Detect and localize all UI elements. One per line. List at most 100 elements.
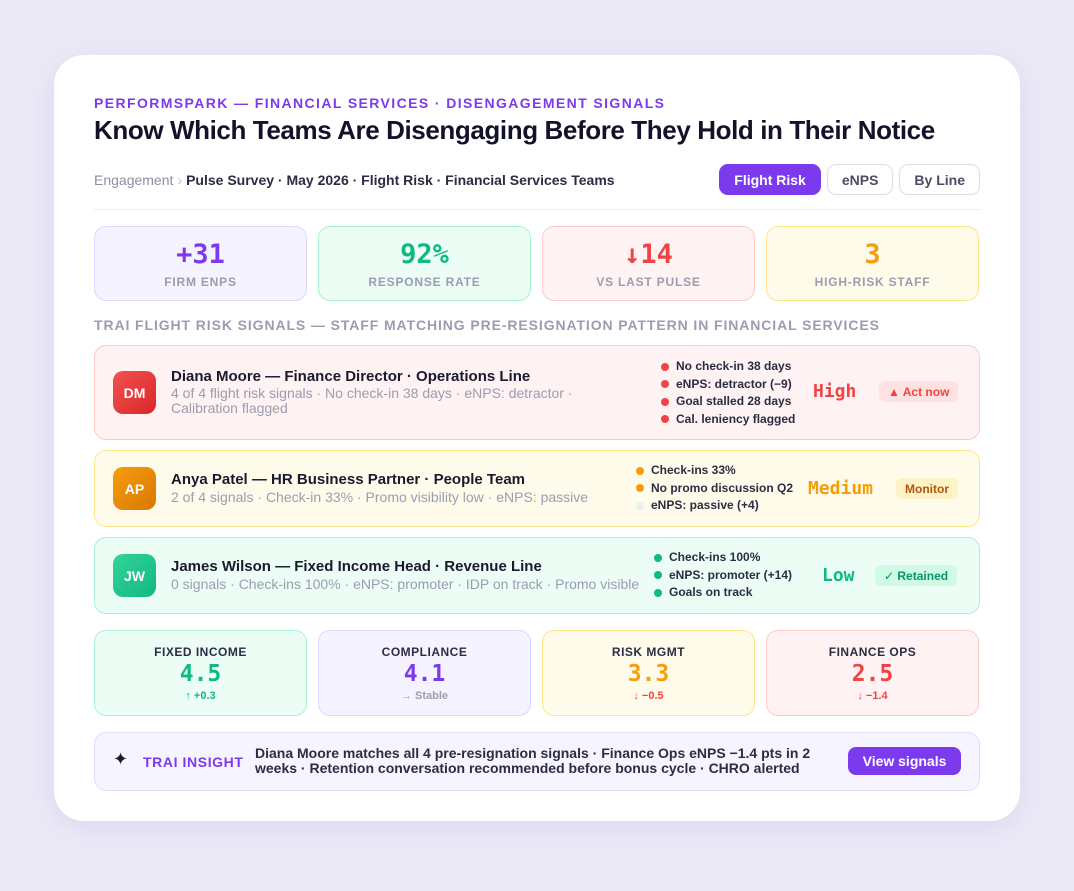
status-dot-icon bbox=[654, 588, 662, 597]
line-name: COMPLIANCE bbox=[381, 645, 468, 659]
eyebrow-label: PERFORMSPARK — FINANCIAL SERVICES · DISE… bbox=[94, 95, 666, 111]
person-name: Anya Patel — HR Business Partner · Peopl… bbox=[171, 471, 526, 488]
stat-label: RESPONSE RATE bbox=[368, 274, 481, 289]
tab-enps[interactable]: eNPS bbox=[826, 164, 894, 195]
status-dot-icon bbox=[661, 397, 669, 406]
signal-text: Goal stalled 28 days bbox=[676, 394, 792, 408]
breadcrumb: Engagement › Pulse Survey · May 2026 · Fli… bbox=[94, 172, 615, 188]
signal-item: Check-ins 33% bbox=[636, 462, 793, 480]
view-signals-button[interactable]: View signals bbox=[848, 747, 961, 775]
sparkle-icon: ✦ bbox=[113, 749, 129, 769]
signal-text: Cal. leniency flagged bbox=[676, 411, 796, 426]
line-delta: → Stable bbox=[400, 690, 449, 702]
avatar: JW bbox=[113, 554, 156, 597]
action-badge[interactable]: ✓ Retained bbox=[875, 565, 958, 586]
signal-list: Check-ins 33% No promo discussion Q2 eNP… bbox=[636, 462, 793, 515]
signal-item: eNPS: passive (+4) bbox=[636, 497, 793, 515]
page-title: Know Which Teams Are Disengaging Before … bbox=[94, 115, 935, 145]
line-delta: ↓ −1.4 bbox=[857, 690, 888, 702]
stats-row: +31 FIRM ENPS 92% RESPONSE RATE ↓14 VS L… bbox=[94, 226, 980, 301]
status-dot-icon bbox=[654, 571, 662, 580]
breadcrumb-separator: › bbox=[177, 172, 183, 188]
dashboard-card: PERFORMSPARK — FINANCIAL SERVICES · DISE… bbox=[54, 55, 1020, 821]
line-name: FIXED INCOME bbox=[154, 645, 247, 659]
line-card-risk-mgmt[interactable]: RISK MGMT 3.3 ↓ −0.5 bbox=[542, 630, 755, 716]
signal-text: eNPS: passive (+4) bbox=[651, 498, 759, 512]
breadcrumb-root[interactable]: Engagement bbox=[94, 172, 173, 188]
person-description: 0 signals · Check-ins 100% · eNPS: promo… bbox=[171, 576, 640, 592]
view-tabs: Flight Risk eNPS By Line bbox=[719, 164, 980, 195]
risk-level: High bbox=[813, 381, 857, 402]
insight-text: Diana Moore matches all 4 pre-resignatio… bbox=[255, 745, 811, 776]
line-card-compliance[interactable]: COMPLIANCE 4.1 → Stable bbox=[318, 630, 531, 716]
signal-text: Check-ins 100% bbox=[669, 550, 761, 564]
person-name: Diana Moore — Finance Director · Operati… bbox=[171, 368, 531, 385]
tab-flight-risk[interactable]: Flight Risk bbox=[719, 164, 821, 195]
header-divider bbox=[94, 209, 980, 210]
status-dot-icon bbox=[661, 415, 669, 424]
stat-label: FIRM ENPS bbox=[164, 274, 237, 289]
line-name: RISK MGMT bbox=[611, 645, 686, 659]
action-badge[interactable]: ▲ Act now bbox=[879, 381, 959, 402]
signal-text: eNPS: detractor (−9) bbox=[676, 376, 792, 391]
stat-label: HIGH-RISK STAFF bbox=[814, 274, 931, 289]
status-dot-icon bbox=[661, 380, 669, 389]
signal-text: Goals on track bbox=[669, 585, 753, 599]
signal-item: No check-in 38 days bbox=[661, 358, 795, 376]
risk-level: Low bbox=[822, 565, 855, 586]
line-card-fixed-income[interactable]: FIXED INCOME 4.5 ↑ +0.3 bbox=[94, 630, 307, 716]
signal-item: Goals on track bbox=[654, 584, 792, 602]
avatar: DM bbox=[113, 371, 156, 414]
person-row-anya-patel[interactable]: AP Anya Patel — HR Business Partner · Pe… bbox=[94, 450, 980, 527]
signal-text: No promo discussion Q2 bbox=[651, 480, 794, 495]
stat-label: VS LAST PULSE bbox=[596, 274, 701, 289]
person-name: James Wilson — Fixed Income Head · Reven… bbox=[171, 558, 542, 575]
stat-response-rate: 92% RESPONSE RATE bbox=[318, 226, 531, 301]
section-label: TRAI FLIGHT RISK SIGNALS — STAFF MATCHIN… bbox=[94, 317, 880, 333]
risk-level: Medium bbox=[808, 478, 874, 499]
signal-item: Cal. leniency flagged bbox=[661, 411, 795, 429]
signal-item: eNPS: detractor (−9) bbox=[661, 376, 795, 394]
signal-text: Check-ins 33% bbox=[651, 463, 736, 477]
stat-high-risk-staff: 3 HIGH-RISK STAFF bbox=[766, 226, 979, 301]
signal-text: No check-in 38 days bbox=[676, 359, 792, 373]
line-score: 2.5 bbox=[851, 661, 894, 687]
signal-item: eNPS: promoter (+14) bbox=[654, 567, 792, 585]
stat-firm-enps: +31 FIRM ENPS bbox=[94, 226, 307, 301]
toolbar: Engagement › Pulse Survey · May 2026 · Fli… bbox=[94, 163, 980, 197]
line-delta: ↓ −0.5 bbox=[633, 690, 664, 702]
signal-item: No promo discussion Q2 bbox=[636, 480, 793, 498]
status-dot-icon bbox=[636, 501, 644, 510]
person-row-james-wilson[interactable]: JW James Wilson — Fixed Income Head · Re… bbox=[94, 537, 980, 614]
signal-list: Check-ins 100% eNPS: promoter (+14) Goal… bbox=[654, 549, 792, 602]
signal-text: eNPS: promoter (+14) bbox=[669, 567, 793, 582]
stat-value: ↓14 bbox=[624, 238, 673, 270]
person-description: 4 of 4 flight risk signals · No check-in… bbox=[171, 385, 573, 416]
status-dot-icon bbox=[661, 362, 669, 371]
status-dot-icon bbox=[636, 466, 644, 475]
status-dot-icon bbox=[636, 484, 644, 493]
stat-value: 3 bbox=[864, 238, 881, 270]
line-delta: ↑ +0.3 bbox=[185, 690, 216, 702]
signal-item: Goal stalled 28 days bbox=[661, 393, 795, 411]
line-score: 4.1 bbox=[403, 661, 446, 687]
person-description: 2 of 4 signals · Check-in 33% · Promo vi… bbox=[171, 489, 589, 505]
status-dot-icon bbox=[654, 553, 662, 562]
stat-vs-last-pulse: ↓14 VS LAST PULSE bbox=[542, 226, 755, 301]
line-score: 3.3 bbox=[627, 661, 670, 687]
signal-item: Check-ins 100% bbox=[654, 549, 792, 567]
insight-label: TRAI INSIGHT bbox=[143, 754, 244, 770]
insight-banner: ✦ TRAI INSIGHT Diana Moore matches all 4… bbox=[94, 732, 980, 791]
line-score: 4.5 bbox=[179, 661, 222, 687]
signal-list: No check-in 38 days eNPS: detractor (−9)… bbox=[661, 358, 795, 428]
stat-value: 92% bbox=[400, 238, 449, 270]
line-name: FINANCE OPS bbox=[828, 645, 917, 659]
person-row-diana-moore[interactable]: DM Diana Moore — Finance Director · Oper… bbox=[94, 345, 980, 440]
stat-value: +31 bbox=[176, 238, 225, 270]
avatar: AP bbox=[113, 467, 156, 510]
line-card-finance-ops[interactable]: FINANCE OPS 2.5 ↓ −1.4 bbox=[766, 630, 979, 716]
breadcrumb-current: Pulse Survey · May 2026 · Flight Risk · … bbox=[186, 172, 615, 188]
business-line-scores: FIXED INCOME 4.5 ↑ +0.3 COMPLIANCE 4.1 →… bbox=[94, 630, 980, 716]
tab-by-line[interactable]: By Line bbox=[899, 164, 980, 195]
action-badge[interactable]: Monitor bbox=[896, 478, 958, 499]
